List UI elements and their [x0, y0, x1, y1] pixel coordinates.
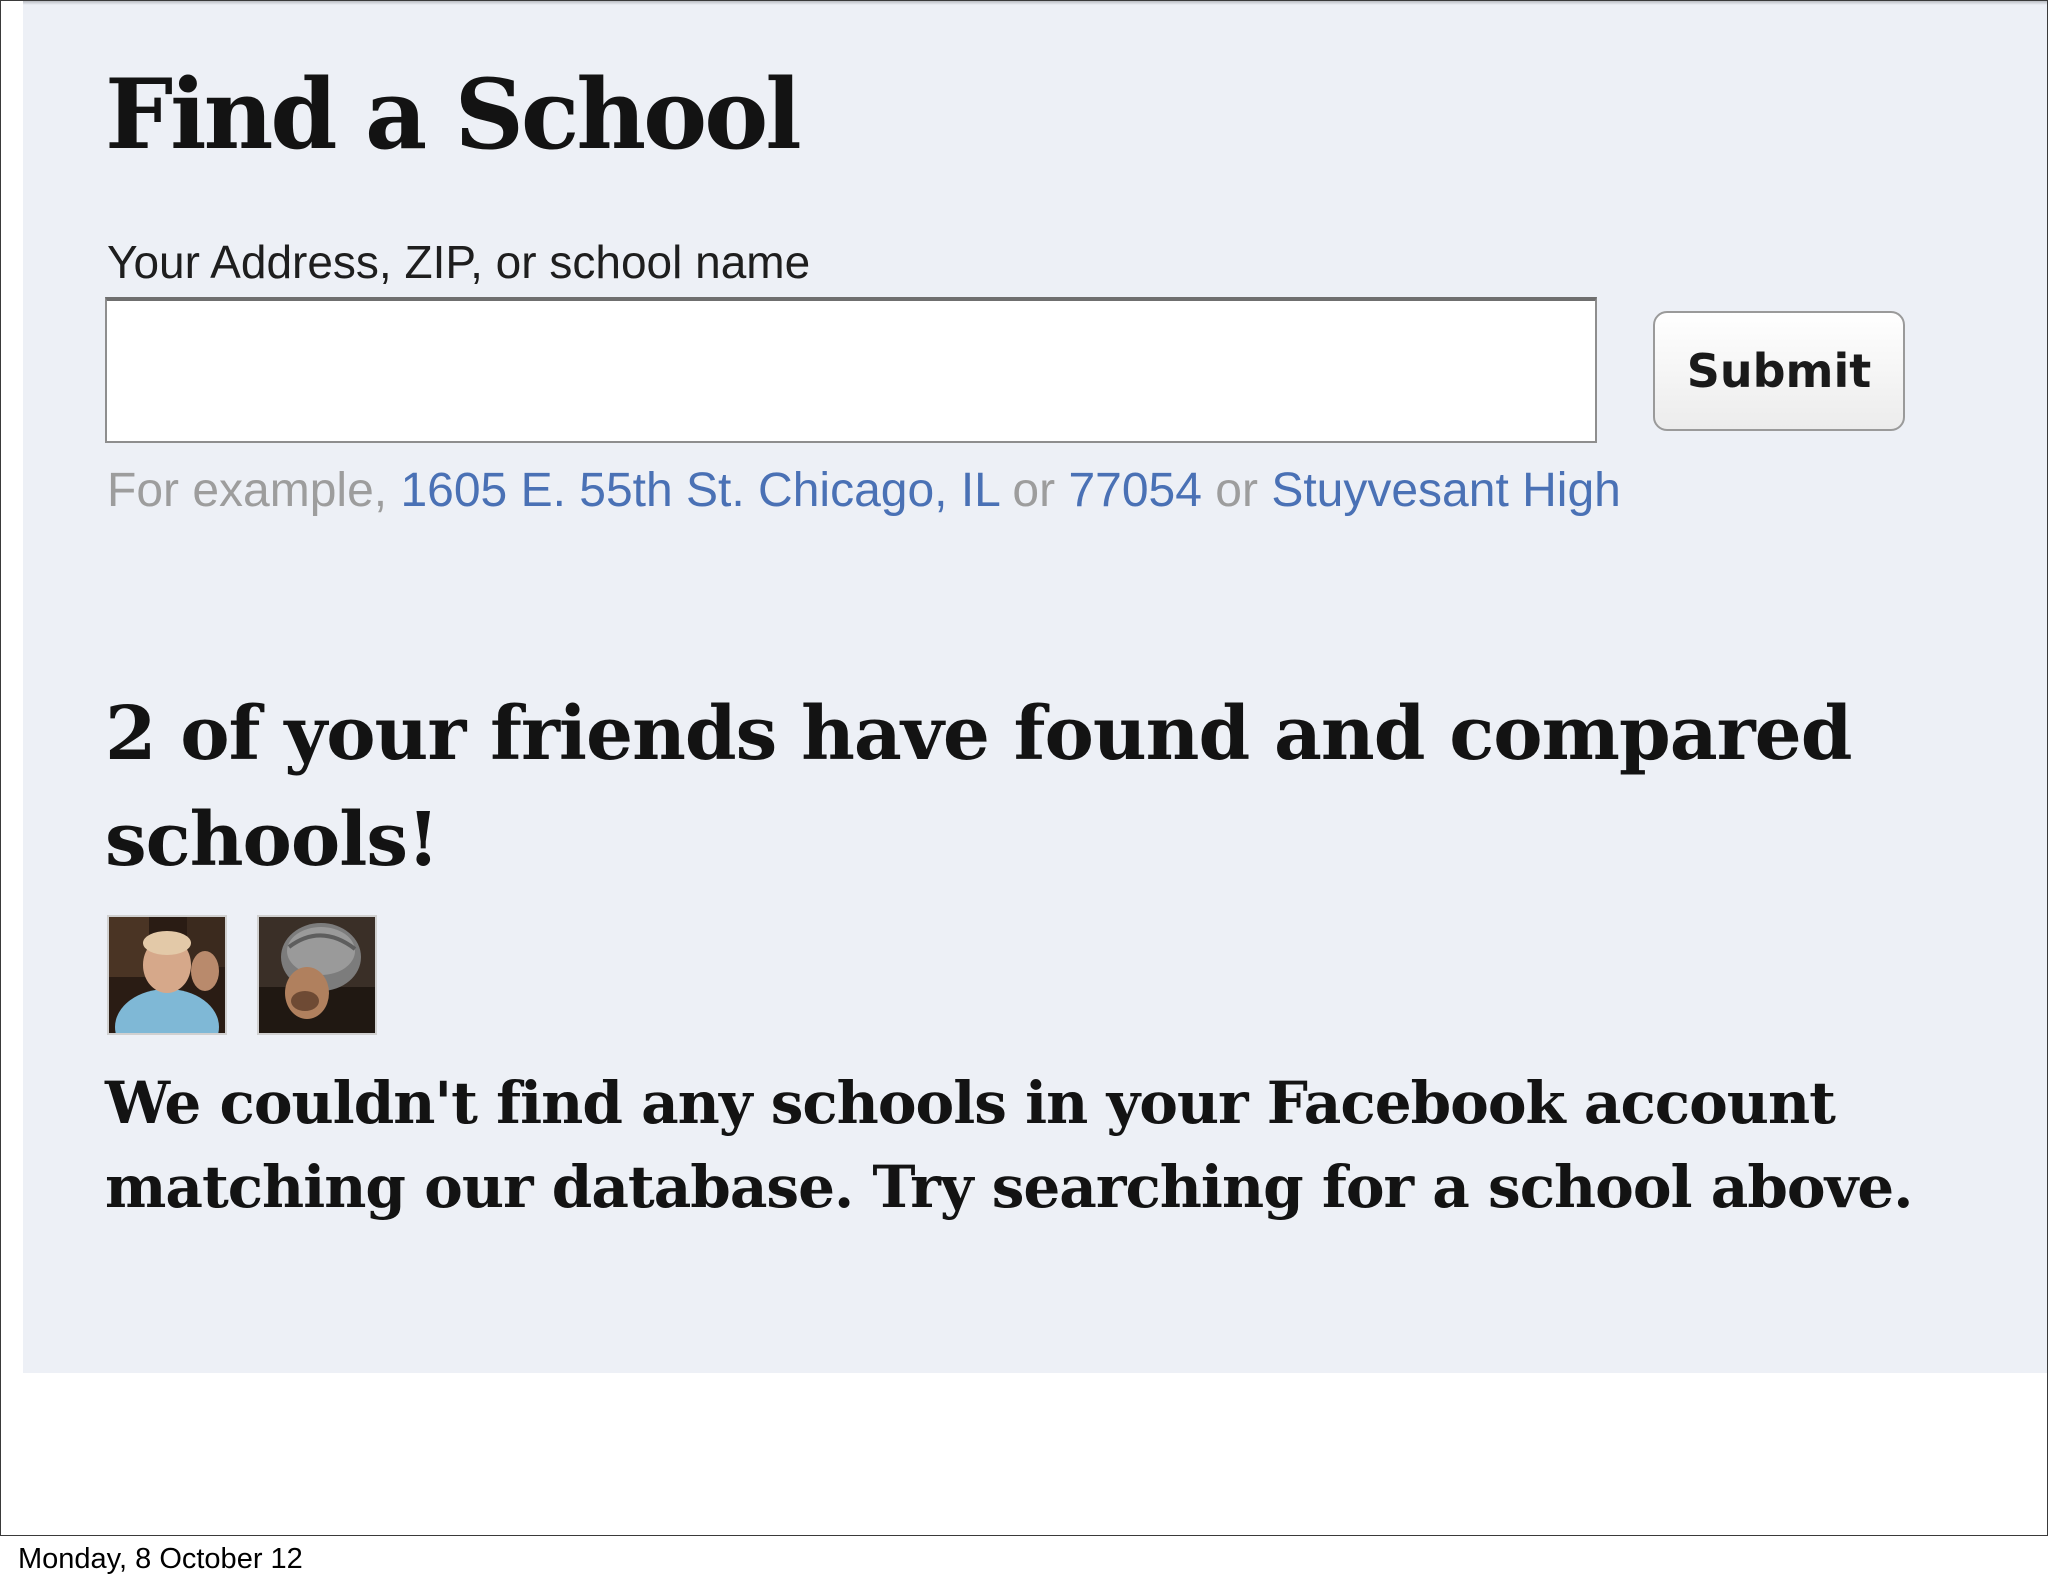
- search-input[interactable]: [105, 297, 1597, 443]
- examples-separator: or: [1215, 464, 1258, 517]
- examples-separator: or: [1012, 464, 1056, 517]
- friend-avatar[interactable]: [107, 915, 227, 1035]
- page-title: Find a School: [105, 58, 802, 171]
- slide-date: Monday, 8 October 12: [18, 1543, 303, 1575]
- slide-frame: Find a School Your Address, ZIP, or scho…: [0, 0, 2048, 1536]
- friend-avatar[interactable]: [257, 915, 377, 1035]
- friend-photo-2: [259, 917, 375, 1033]
- example-link-zip[interactable]: 77054: [1068, 464, 1201, 517]
- no-schools-message: We couldn't find any schools in your Fac…: [105, 1069, 1913, 1221]
- examples-prefix: For example,: [107, 464, 388, 517]
- example-link-address[interactable]: 1605 E. 55th St. Chicago, IL: [400, 464, 999, 517]
- example-link-school[interactable]: Stuyvesant High: [1271, 464, 1621, 517]
- submit-button[interactable]: Submit: [1653, 311, 1905, 431]
- search-field-label: Your Address, ZIP, or school name: [107, 236, 811, 288]
- friend-photo-1: [109, 917, 225, 1033]
- friends-heading: 2 of your friends have found and compare…: [105, 691, 1852, 883]
- search-examples: For example, 1605 E. 55th St. Chicago, I…: [107, 463, 1621, 518]
- panel-top-shadow: [23, 1, 2047, 5]
